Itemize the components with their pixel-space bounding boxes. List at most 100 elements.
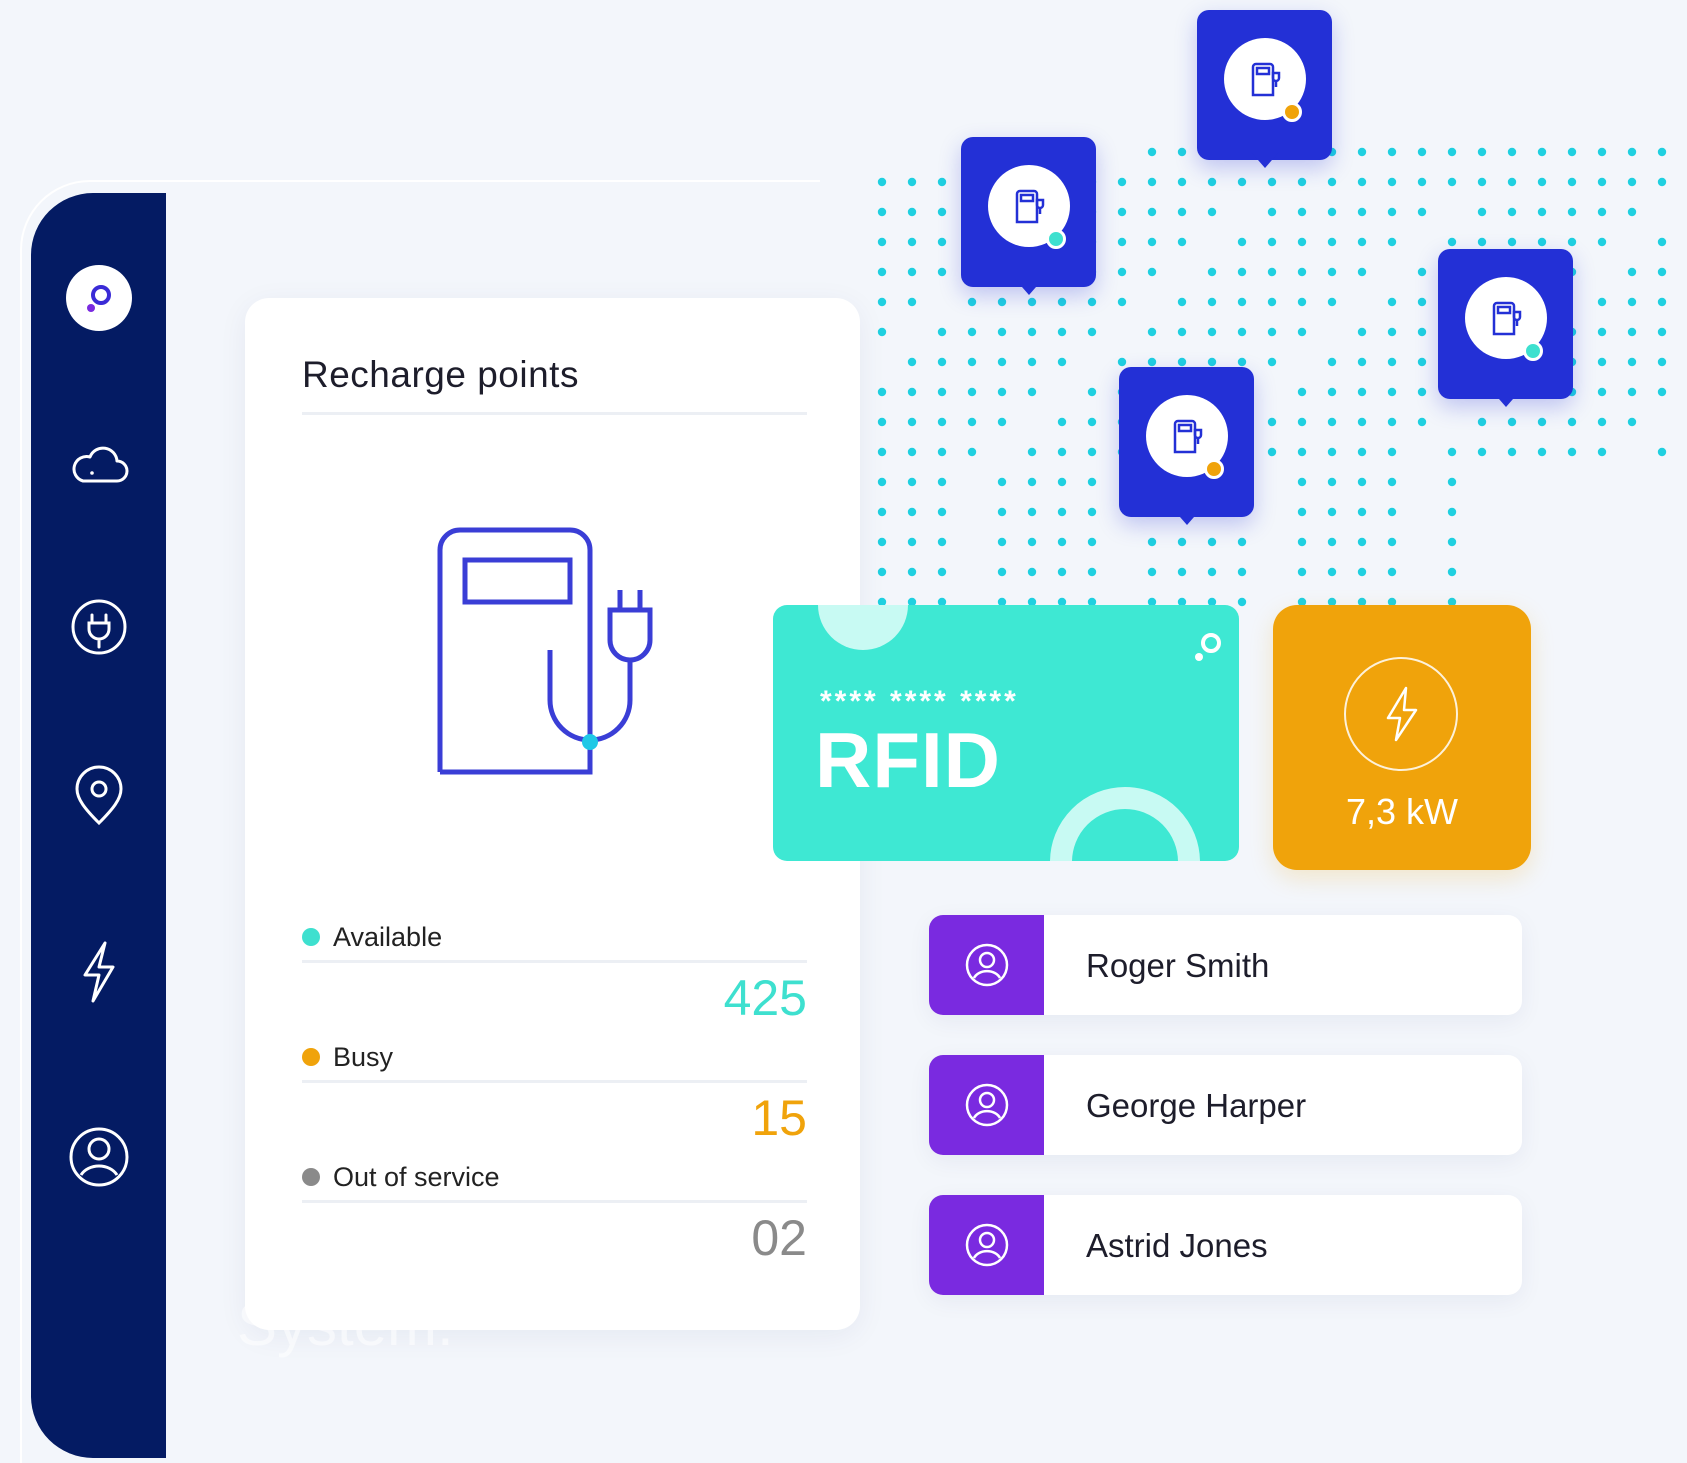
map-dot [1177, 147, 1187, 157]
logo-icon[interactable] [66, 265, 132, 331]
decor-ring [1050, 787, 1200, 861]
map-dot [1297, 537, 1307, 547]
map-dot [1597, 417, 1607, 427]
map-dot [1237, 597, 1247, 607]
map-dot [967, 357, 977, 367]
map-dot [1087, 447, 1097, 457]
map-dot [1597, 327, 1607, 337]
map-dot [1327, 477, 1337, 487]
map-dot [1327, 567, 1337, 577]
map-dot [907, 417, 917, 427]
map-dot [937, 507, 947, 517]
map-dot [1297, 327, 1307, 337]
rfid-label: RFID [815, 716, 1001, 804]
status-dot [302, 1048, 320, 1066]
map-dot [877, 507, 887, 517]
map-dot [1357, 207, 1367, 217]
user-name: George Harper [1086, 1087, 1307, 1124]
map-dot [1507, 147, 1517, 157]
map-dot [1537, 177, 1547, 187]
map-dot [1477, 147, 1487, 157]
map-dot [1057, 327, 1067, 337]
map-dot [1417, 417, 1427, 427]
lightning-icon[interactable] [65, 937, 133, 1005]
user-row[interactable]: Roger Smith [929, 915, 1522, 1015]
map-dot [907, 537, 917, 547]
map-dot [1417, 207, 1427, 217]
map-dot [997, 507, 1007, 517]
map-dot [1327, 267, 1337, 277]
map-dot [937, 357, 947, 367]
map-dot [1207, 537, 1217, 547]
map-pin[interactable] [961, 137, 1096, 295]
map-dot [1297, 237, 1307, 247]
user-avatar-icon [929, 915, 1044, 1015]
map-dot [1267, 447, 1277, 457]
map-dot [1237, 357, 1247, 367]
map-dot [1057, 477, 1067, 487]
user-row[interactable]: Astrid Jones [929, 1195, 1522, 1295]
map-dot [1417, 327, 1427, 337]
map-dot [1357, 477, 1367, 487]
map-dot [1507, 417, 1517, 427]
map-dot [1327, 537, 1337, 547]
map-dot [1117, 297, 1127, 307]
map-dot [1597, 297, 1607, 307]
map-dot [937, 177, 947, 187]
map-dot [1027, 477, 1037, 487]
map-dot [1297, 417, 1307, 427]
power-card[interactable]: 7,3 kW [1273, 605, 1531, 870]
map-dot [1357, 447, 1367, 457]
map-dot [1567, 237, 1577, 247]
map-dot [1147, 357, 1157, 367]
map-pin[interactable] [1438, 249, 1573, 407]
map-dot [877, 267, 887, 277]
map-dot [1207, 177, 1217, 187]
map-dot [1357, 417, 1367, 427]
map-dot [1447, 237, 1457, 247]
map-pin[interactable] [1119, 367, 1254, 525]
user-icon[interactable] [65, 1123, 133, 1191]
stat-label: Available [333, 921, 443, 952]
map-dot [1207, 267, 1217, 277]
map-dot [1447, 177, 1457, 187]
map-dot [1117, 237, 1127, 247]
user-name: Astrid Jones [1086, 1227, 1268, 1264]
map-dot [1087, 507, 1097, 517]
map-dot [1027, 297, 1037, 307]
map-dot [1387, 207, 1397, 217]
map-dot [1147, 267, 1157, 277]
map-pin[interactable] [1197, 10, 1332, 168]
map-dot [1297, 477, 1307, 487]
map-dot [1297, 507, 1307, 517]
map-dot [1567, 207, 1577, 217]
map-dot [1327, 507, 1337, 517]
map-dot [1297, 567, 1307, 577]
rfid-card[interactable]: **** **** **** RFID [773, 605, 1239, 861]
map-dot [1057, 537, 1067, 547]
status-dot [302, 1168, 320, 1186]
location-pin-icon[interactable] [65, 763, 133, 831]
map-dot [1357, 177, 1367, 187]
map-dot [907, 177, 917, 187]
map-dot [1597, 237, 1607, 247]
map-dot [1447, 507, 1457, 517]
map-dot [1447, 567, 1457, 577]
map-dot [1297, 447, 1307, 457]
map-dot [877, 177, 887, 187]
user-row[interactable]: George Harper [929, 1055, 1522, 1155]
map-dot [1057, 567, 1067, 577]
cloud-icon[interactable] [65, 433, 133, 501]
map-dot [1297, 207, 1307, 217]
map-dot [1177, 537, 1187, 547]
plug-icon[interactable] [65, 593, 133, 661]
map-dot [1597, 387, 1607, 397]
status-dot [1523, 341, 1543, 361]
map-dot [1147, 327, 1157, 337]
logo-icon [1195, 633, 1221, 661]
map-dot [1597, 207, 1607, 217]
stat-value: 425 [723, 970, 807, 1026]
map-dot [1147, 237, 1157, 247]
map-dot [1117, 357, 1127, 367]
map-dot [1207, 357, 1217, 367]
